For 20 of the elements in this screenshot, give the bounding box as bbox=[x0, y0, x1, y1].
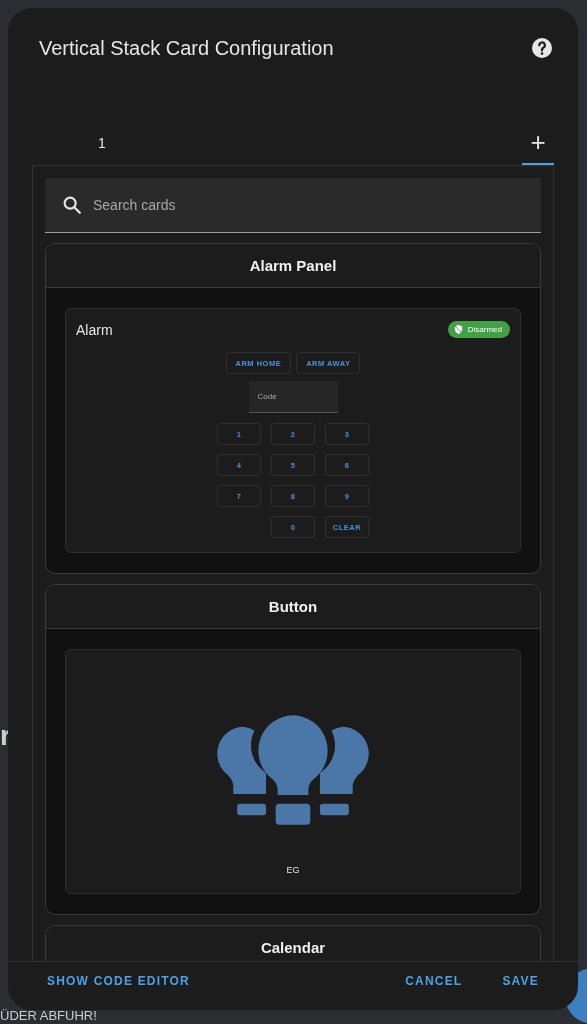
card-title: Button bbox=[46, 585, 540, 629]
shield-icon bbox=[452, 324, 464, 335]
tab[interactable]: 1 bbox=[68, 122, 136, 165]
code-field[interactable]: Code bbox=[248, 381, 338, 413]
button-label: EG bbox=[286, 865, 300, 875]
action-button[interactable]: CANCEL bbox=[398, 970, 470, 992]
status-badge: Disarmed bbox=[447, 321, 510, 338]
code-editor-button[interactable]: SHOW CODE EDITOR bbox=[40, 970, 197, 992]
help-icon[interactable] bbox=[530, 36, 554, 60]
background-text: ÜDER ABFUHR! bbox=[0, 1008, 97, 1023]
dialog-title: Vertical Stack Card Configuration bbox=[39, 36, 335, 60]
search-icon bbox=[61, 194, 83, 216]
lightbulbs-icon bbox=[216, 713, 370, 827]
tab[interactable]: + bbox=[522, 122, 554, 165]
search-field[interactable]: Search cards bbox=[45, 178, 541, 233]
alarm-name: Alarm bbox=[76, 321, 113, 338]
card-title: Alarm Panel bbox=[46, 244, 540, 288]
action-button[interactable]: SAVE bbox=[495, 970, 546, 992]
card-title: Calendar bbox=[46, 926, 540, 961]
card-option[interactable]: Button EG bbox=[45, 584, 541, 915]
